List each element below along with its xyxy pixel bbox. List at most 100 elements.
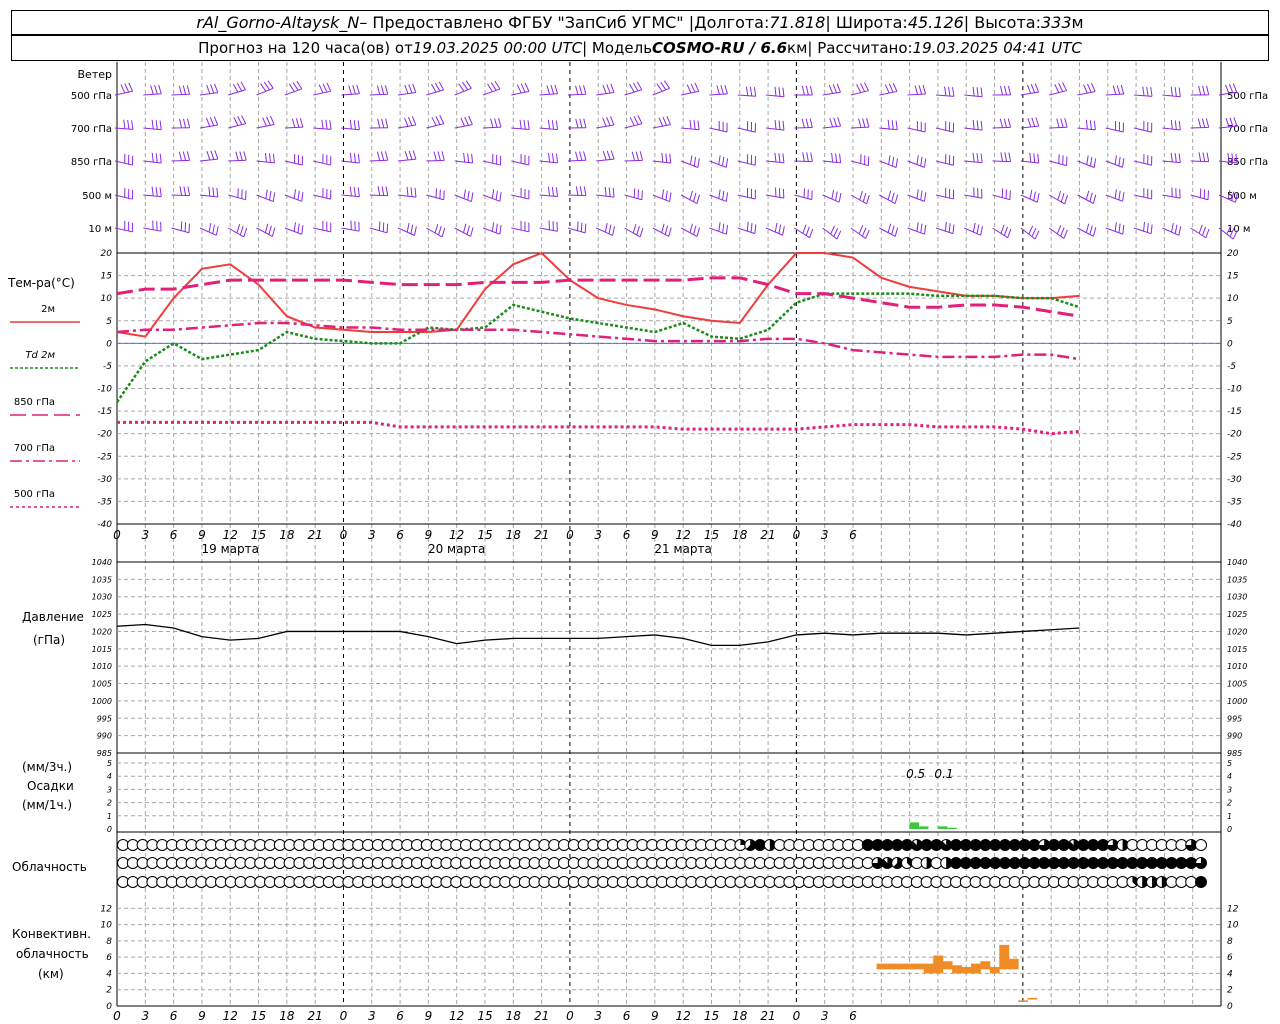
wind-barb xyxy=(850,225,870,239)
barb-feather xyxy=(636,225,640,236)
wind-barb xyxy=(114,188,134,200)
barb-feather xyxy=(750,188,752,199)
barb-feather xyxy=(805,226,810,236)
barb-feather xyxy=(1203,189,1206,199)
barb-shaft xyxy=(567,194,586,197)
barb-feather xyxy=(462,81,469,91)
barb-shaft xyxy=(143,227,162,232)
wind-barb xyxy=(1133,187,1153,200)
wind-barb xyxy=(737,121,756,133)
barb-feather xyxy=(805,118,809,128)
barb-feather xyxy=(660,81,667,91)
time-axis-tick: 9 xyxy=(651,528,659,542)
barb-feather xyxy=(697,120,700,130)
barb-feather xyxy=(633,82,639,92)
barb-feather xyxy=(753,87,757,97)
barb-shaft xyxy=(737,194,756,200)
pres-tick-label: 1020 xyxy=(92,627,112,636)
barb-feather xyxy=(321,119,324,129)
barb-feather xyxy=(159,153,162,164)
barb-shaft xyxy=(256,160,275,164)
time-axis-tick: 15 xyxy=(251,528,266,542)
barb-feather xyxy=(724,84,728,95)
barb-feather xyxy=(610,116,615,126)
barb-feather xyxy=(1001,188,1004,198)
barb-feather xyxy=(241,189,243,199)
barb-feather xyxy=(260,83,267,92)
barb-feather xyxy=(583,85,587,95)
barb-feather xyxy=(746,221,749,232)
wind-barb xyxy=(709,222,729,235)
wind-barb xyxy=(794,224,814,239)
barb-feather xyxy=(1026,84,1032,94)
barb-feather xyxy=(972,119,975,130)
barb-feather xyxy=(920,223,923,233)
barb-feather xyxy=(264,223,269,233)
wind-barb xyxy=(454,115,473,129)
barb-feather xyxy=(716,85,720,95)
wind-barb xyxy=(1048,190,1068,205)
barb-shaft xyxy=(935,160,954,166)
pressure-line xyxy=(116,623,1080,646)
barb-feather xyxy=(665,153,668,163)
barb-feather xyxy=(520,154,522,164)
barb-shaft xyxy=(1020,125,1039,129)
time-axis-tick: 3 xyxy=(594,528,602,542)
wind-barb xyxy=(822,225,842,240)
barb-feather xyxy=(322,154,324,164)
wind-barb xyxy=(964,119,983,131)
barb-shaft xyxy=(199,92,218,96)
barb-feather xyxy=(353,153,356,163)
barb-feather xyxy=(952,87,955,97)
barb-feather xyxy=(1089,192,1093,202)
temp-tick-label-right: -5 xyxy=(1227,362,1236,372)
barb-shaft xyxy=(482,227,501,235)
barb-shaft xyxy=(964,94,983,98)
barb-shaft xyxy=(992,160,1011,163)
barb-feather xyxy=(128,189,130,199)
barb-feather xyxy=(754,224,757,234)
wind-barb xyxy=(879,82,898,96)
wind-barb xyxy=(1134,86,1153,97)
wind-barb xyxy=(482,154,502,166)
time-axis-tick: 9 xyxy=(198,528,206,542)
wind-barb xyxy=(680,190,700,204)
barb-feather xyxy=(1150,87,1153,97)
wind-barb xyxy=(1105,189,1125,202)
barb-feather xyxy=(949,188,951,199)
convective-bar xyxy=(942,961,953,970)
barb-feather xyxy=(809,118,813,128)
barb-feather xyxy=(354,221,356,231)
pres-tick-label: 995 xyxy=(97,714,112,723)
barb-feather xyxy=(1007,118,1012,128)
barb-feather xyxy=(236,82,243,92)
barb-feather xyxy=(233,117,239,126)
barb-feather xyxy=(658,117,664,127)
wind-barb xyxy=(227,223,248,238)
barb-feather xyxy=(656,83,663,92)
wind-barb xyxy=(964,152,983,164)
barb-feather xyxy=(404,151,409,161)
barb-shaft xyxy=(1133,127,1152,133)
barb-feather xyxy=(128,154,130,165)
barb-feather xyxy=(782,120,785,131)
wind-barb xyxy=(737,187,756,200)
barb-feather xyxy=(326,221,328,231)
barb-feather xyxy=(891,225,895,235)
barb-feather xyxy=(271,227,276,237)
barb-feather xyxy=(976,153,979,163)
barb-feather xyxy=(689,190,693,200)
precip-bar xyxy=(909,822,920,829)
barb-feather xyxy=(159,187,162,197)
temp-tick-label-right: -15 xyxy=(1227,407,1242,417)
barb-feather xyxy=(916,222,919,232)
conv-tick-label: 4 xyxy=(106,969,112,979)
barb-feather xyxy=(774,152,777,163)
barb-feather xyxy=(124,188,126,198)
temp-tick-label: 5 xyxy=(106,317,112,327)
barb-feather xyxy=(264,152,267,163)
time-axis-tick: 18 xyxy=(506,528,522,542)
wind-barb xyxy=(454,189,474,203)
barb-feather xyxy=(636,81,643,91)
barb-feather xyxy=(801,85,805,96)
